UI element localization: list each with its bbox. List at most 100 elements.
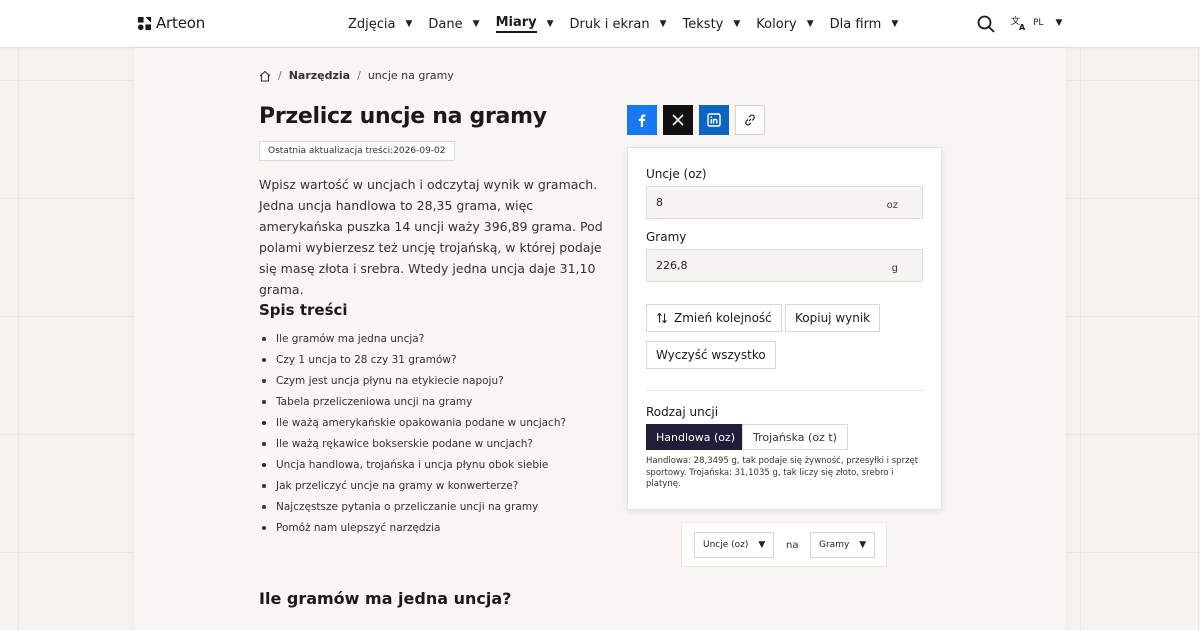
logo-text: Arteon [156, 14, 206, 32]
toc-item[interactable]: Tabela przeliczeniowa uncji na gramy [259, 391, 566, 412]
nav-item-druk-i-ekran[interactable]: Druk i ekran ▼ [570, 0, 667, 48]
unit-type-note: Handlowa: 28,3495 g, tak podaje się żywn… [646, 456, 919, 489]
bullet-icon [262, 378, 266, 383]
caret-down-icon: ▼ [859, 540, 867, 550]
content-panel: / Narzędzia / uncje na gramy Przelicz un… [134, 48, 1066, 630]
toc-link[interactable]: Ile ważą amerykańskie opakowania podane … [276, 417, 566, 429]
share-facebook-button[interactable] [627, 105, 657, 135]
caret-down-icon: ▼ [1055, 18, 1063, 28]
from-unit-select[interactable]: Uncje (oz) ▼ [694, 532, 775, 558]
unit-pair-selector: Uncje (oz) ▼ na Gramy ▼ [681, 522, 887, 567]
unit-type-troy[interactable]: Trojańska (oz t) [742, 424, 848, 450]
toc-item[interactable]: Jak przeliczyć uncje na gramy w konwerte… [259, 475, 566, 496]
divider [646, 390, 923, 391]
swap-arrows-icon [657, 312, 667, 324]
toc-link[interactable]: Najczęstsze pytania o przeliczanie uncji… [276, 501, 538, 513]
bullet-icon [262, 420, 266, 425]
unit-type-commercial[interactable]: Handlowa (oz) [646, 424, 746, 450]
facebook-icon [638, 114, 646, 127]
nav-label: Miary [495, 15, 537, 33]
grams-input[interactable]: 226,8 g [646, 249, 923, 282]
nav-item-dane[interactable]: Dane ▼ [428, 0, 479, 48]
nav-label: Dane [428, 16, 463, 32]
bullet-icon [262, 336, 266, 341]
to-unit-value: Gramy [819, 540, 850, 550]
toc-item[interactable]: Najczęstsze pytania o przeliczanie uncji… [259, 496, 566, 517]
caret-down-icon: ▼ [733, 19, 741, 29]
nav-label: Teksty [682, 16, 724, 32]
toc-link[interactable]: Czy 1 uncja to 28 czy 31 gramów? [276, 354, 457, 366]
bullet-icon [262, 462, 266, 467]
nav-label: Dla firm [829, 16, 882, 32]
share-x-button[interactable] [663, 105, 693, 135]
clear-all-label: Wyczyść wszystko [656, 348, 766, 362]
nav-item-dla-firm[interactable]: Dla firm ▼ [830, 0, 899, 48]
main-nav: Zdjęcia ▼ Dane ▼ Miary ▼ Druk i ekran ▼ … [348, 0, 914, 48]
grams-unit: g [891, 263, 898, 274]
converter-card: Uncje (oz) 8 oz Gramy 226,8 g Zmień kole… [627, 147, 942, 510]
copy-result-label: Kopiuj wynik [795, 311, 871, 325]
toc-link[interactable]: Uncja handlowa, trojańska i uncja płynu … [276, 459, 548, 471]
language-code: PL [1033, 18, 1044, 28]
linkedin-icon [707, 113, 721, 127]
home-icon[interactable] [259, 70, 271, 82]
caret-down-icon: ▼ [472, 19, 480, 29]
nav-label: Druk i ekran [569, 16, 650, 32]
bullet-icon [262, 399, 266, 404]
table-of-contents: Ile gramów ma jedna uncja? Czy 1 uncja t… [259, 328, 566, 538]
logo[interactable]: Arteon [137, 14, 205, 32]
bullet-icon [262, 441, 266, 446]
nav-item-zdjecia[interactable]: Zdjęcia ▼ [348, 0, 412, 48]
breadcrumb-separator: / [357, 69, 361, 82]
to-label: Gramy [646, 230, 687, 244]
toc-link[interactable]: Jak przeliczyć uncje na gramy w konwerte… [276, 480, 518, 492]
toc-item[interactable]: Ile ważą amerykańskie opakowania podane … [259, 412, 566, 433]
nav-item-kolory[interactable]: Kolory ▼ [756, 0, 813, 48]
share-buttons [627, 105, 765, 135]
copy-result-button[interactable]: Kopiuj wynik [785, 304, 881, 332]
page-title: Przelicz uncje na gramy [259, 104, 547, 129]
nav-item-miary[interactable]: Miary ▼ [495, 0, 554, 48]
toc-link[interactable]: Tabela przeliczeniowa uncji na gramy [276, 396, 472, 408]
caret-down-icon: ▼ [806, 19, 814, 29]
intro-text: Wpisz wartość w uncjach i odczytaj wynik… [259, 177, 603, 297]
unit-type-label: Rodzaj uncji [646, 405, 719, 419]
logo-icon [137, 16, 152, 30]
search-icon[interactable] [977, 15, 995, 33]
svg-text:A: A [1019, 23, 1026, 31]
nav-item-teksty[interactable]: Teksty ▼ [683, 0, 741, 48]
breadcrumb-current: uncje na gramy [367, 69, 454, 82]
copy-link-button[interactable] [735, 105, 765, 135]
toc-item[interactable]: Ile ważą rękawice bokserskie podane w un… [259, 433, 566, 454]
grams-value: 226,8 [656, 259, 688, 272]
bullet-icon [262, 357, 266, 362]
toc-item[interactable]: Ile gramów ma jedna uncja? [259, 328, 566, 349]
toc-link[interactable]: Pomóż nam ulepszyć narzędzia [276, 522, 440, 534]
share-linkedin-button[interactable] [699, 105, 729, 135]
translate-icon: 文 A [1011, 15, 1026, 31]
language-switcher[interactable]: 文 A PL ▼ [1011, 15, 1062, 31]
nav-label: Kolory [756, 16, 797, 32]
site-header: Arteon Zdjęcia ▼ Dane ▼ Miary ▼ Druk i e… [0, 0, 1200, 48]
toc-item[interactable]: Uncja handlowa, trojańska i uncja płynu … [259, 454, 566, 475]
link-icon [745, 114, 755, 126]
breadcrumb-parent[interactable]: Narzędzia [289, 69, 350, 82]
swap-button[interactable]: Zmień kolejność [646, 304, 782, 332]
toc-link[interactable]: Czym jest uncja płynu na etykiecie napoj… [276, 375, 504, 387]
toc-item[interactable]: Pomóż nam ulepszyć narzędzia [259, 517, 566, 538]
ounces-input[interactable]: 8 oz [646, 186, 923, 219]
toc-link[interactable]: Ile gramów ma jedna uncja? [276, 333, 424, 345]
section-title: Ile gramów ma jedna uncja? [259, 589, 512, 608]
to-unit-select[interactable]: Gramy ▼ [810, 532, 876, 558]
toc-link[interactable]: Ile ważą rękawice bokserskie podane w un… [276, 438, 533, 450]
clear-all-button[interactable]: Wyczyść wszystko [646, 341, 776, 369]
toc-item[interactable]: Czym jest uncja płynu na etykiecie napoj… [259, 370, 566, 391]
nav-label: Zdjęcia [348, 16, 396, 32]
breadcrumb: / Narzędzia / uncje na gramy [259, 69, 454, 82]
caret-down-icon: ▼ [758, 540, 766, 550]
bullet-icon [262, 504, 266, 509]
bullet-icon [262, 525, 266, 530]
toc-item[interactable]: Czy 1 uncja to 28 czy 31 gramów? [259, 349, 566, 370]
caret-down-icon: ▼ [546, 19, 554, 29]
swap-label: Zmień kolejność [674, 311, 772, 325]
